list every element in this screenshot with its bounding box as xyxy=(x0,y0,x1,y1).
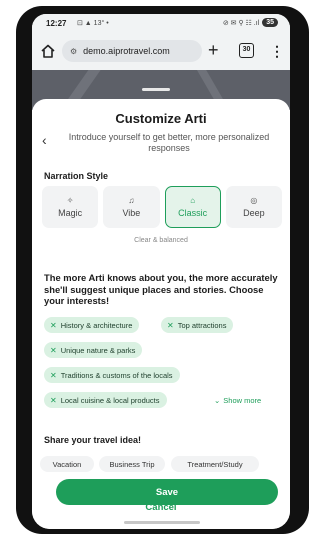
remove-icon[interactable]: ✕ xyxy=(50,396,57,405)
interest-chip[interactable]: ✕ Local cuisine & local products xyxy=(44,392,167,408)
headphones-icon: ♫ xyxy=(128,196,135,205)
interest-chip[interactable]: ✕ Top attractions xyxy=(161,317,234,333)
sheet-title: Customize Arti xyxy=(115,111,207,126)
remove-icon[interactable]: ✕ xyxy=(50,371,57,380)
home-icon[interactable] xyxy=(40,43,56,59)
interest-label: Top attractions xyxy=(177,320,227,330)
building-icon: ⌂ xyxy=(190,196,196,205)
show-more-link[interactable]: ⌄ Show more xyxy=(214,396,261,405)
signal-icons: ⊘ ✉ ⚲ ☷ .ıl xyxy=(222,19,260,27)
chevron-down-icon: ⌄ xyxy=(214,396,221,405)
browser-menu-icon[interactable]: ⋮ xyxy=(270,41,284,61)
style-caption: Clear & balanced xyxy=(134,237,188,244)
cancel-button[interactable]: Cancel xyxy=(32,502,290,513)
interest-label: History & architecture xyxy=(60,320,133,330)
home-indicator[interactable] xyxy=(124,521,200,524)
remove-icon[interactable]: ✕ xyxy=(167,321,174,330)
site-settings-icon[interactable]: ⚙ xyxy=(70,47,77,56)
url-bar[interactable]: ⚙ demo.aiprotravel.com xyxy=(62,40,202,62)
status-time: 12:27 xyxy=(46,19,67,28)
style-option-vibe[interactable]: ♫ Vibe xyxy=(103,186,160,228)
narration-style-group: ✧ Magic ♫ Vibe ⌂ Classic ◎ Deep xyxy=(42,186,282,228)
interest-label: Local cuisine & local products xyxy=(60,395,160,405)
new-tab-icon[interactable]: + xyxy=(208,39,219,61)
narration-style-label: Narration Style xyxy=(44,171,109,181)
share-travel-label: Share your travel idea! xyxy=(44,435,142,445)
trip-type-chip[interactable]: Business Trip xyxy=(99,456,165,472)
back-chevron-icon[interactable]: ‹ xyxy=(42,133,47,147)
url-text: demo.aiprotravel.com xyxy=(83,46,170,56)
style-option-deep[interactable]: ◎ Deep xyxy=(225,186,282,228)
customize-sheet: Customize Arti ‹ Introduce yourself to g… xyxy=(32,99,290,529)
style-label: Magic xyxy=(58,208,83,218)
sheet-subtitle: Introduce yourself to get better, more p… xyxy=(68,132,270,153)
style-label: Vibe xyxy=(122,208,141,218)
style-option-magic[interactable]: ✧ Magic xyxy=(42,186,99,228)
status-bar: 12:27 ⊡ ▲ 13° • ⊘ ✉ ⚲ ☷ .ıl 35 xyxy=(32,14,290,34)
interest-chip[interactable]: ✕ Unique nature & parks xyxy=(44,342,143,358)
sheet-drag-handle[interactable] xyxy=(142,88,170,91)
remove-icon[interactable]: ✕ xyxy=(50,346,57,355)
style-label: Classic xyxy=(178,208,208,218)
trip-type-chip[interactable]: Vacation xyxy=(40,456,94,472)
interests-intro: The more Arti knows about you, the more … xyxy=(44,272,278,306)
status-notification-icons: ⊡ ▲ 13° • xyxy=(77,20,109,27)
browser-toolbar: ⚙ demo.aiprotravel.com + 30 ⋮ xyxy=(32,34,290,70)
style-option-classic[interactable]: ⌂ Classic xyxy=(164,186,221,228)
status-system-icons: ⊘ ✉ ⚲ ☷ .ıl 35 xyxy=(223,18,278,27)
interest-label: Traditions & customs of the locals xyxy=(60,370,173,380)
sparkle-icon: ✧ xyxy=(66,196,74,205)
trip-type-chip[interactable]: Treatment/Study xyxy=(171,456,259,472)
interest-chip[interactable]: ✕ History & architecture xyxy=(44,317,140,333)
interest-chip[interactable]: ✕ Traditions & customs of the locals xyxy=(44,367,180,383)
tab-switcher-icon[interactable]: 30 xyxy=(239,43,254,58)
phone-screen: 12:27 ⊡ ▲ 13° • ⊘ ✉ ⚲ ☷ .ıl 35 ⚙ demo.ai… xyxy=(32,14,290,529)
remove-icon[interactable]: ✕ xyxy=(50,321,57,330)
target-icon: ◎ xyxy=(250,196,258,205)
show-more-label: Show more xyxy=(223,396,262,405)
battery-icon: 35 xyxy=(262,18,278,27)
style-label: Deep xyxy=(243,208,265,218)
interest-label: Unique nature & parks xyxy=(60,345,136,355)
